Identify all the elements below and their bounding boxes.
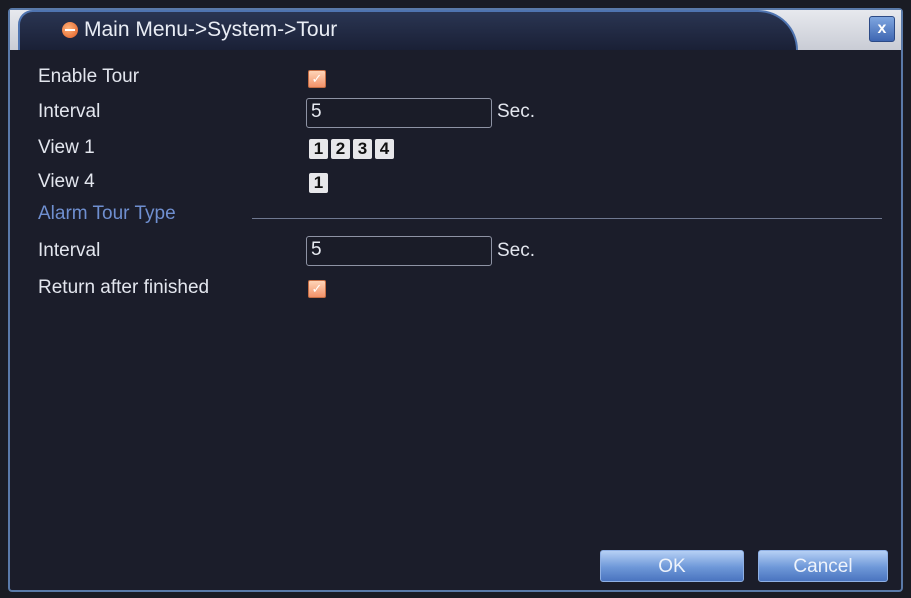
alarm-interval-label: Interval [38, 240, 101, 261]
ok-button[interactable]: OK [600, 550, 744, 582]
enable-tour-checkbox[interactable]: ✓ [308, 70, 326, 88]
view-4-label: View 4 [38, 171, 95, 192]
view-1-channel-1[interactable]: 1 [309, 139, 328, 159]
view-1-label: View 1 [38, 137, 95, 158]
section-divider [252, 218, 882, 219]
window-title: Main Menu->System->Tour [84, 18, 338, 41]
view-4-channel-1[interactable]: 1 [309, 173, 328, 193]
alarm-interval-input[interactable]: 5 [306, 236, 492, 266]
interval-input[interactable]: 5 [306, 98, 492, 128]
close-icon: x [877, 20, 887, 37]
enable-tour-label: Enable Tour [38, 66, 140, 87]
interval-unit: Sec. [497, 101, 536, 122]
view-1-channel-4[interactable]: 4 [375, 139, 394, 159]
return-after-finished-label: Return after finished [38, 277, 210, 298]
return-after-finished-checkbox[interactable]: ✓ [308, 280, 326, 298]
alarm-interval-unit: Sec. [497, 240, 536, 261]
interval-label: Interval [38, 101, 101, 122]
close-button[interactable]: x [869, 16, 895, 42]
title-bar: Main Menu->System->Tour x [10, 10, 901, 50]
checkmark-icon: ✓ [311, 71, 323, 86]
tour-settings-dialog: Main Menu->System->Tour x Enable Tour ✓ … [8, 8, 903, 592]
menu-icon [62, 22, 78, 38]
cancel-button[interactable]: Cancel [758, 550, 888, 582]
view-1-channel-2[interactable]: 2 [331, 139, 350, 159]
view-1-channel-3[interactable]: 3 [353, 139, 372, 159]
checkmark-icon: ✓ [311, 281, 323, 296]
alarm-tour-type-heading: Alarm Tour Type [38, 203, 176, 224]
